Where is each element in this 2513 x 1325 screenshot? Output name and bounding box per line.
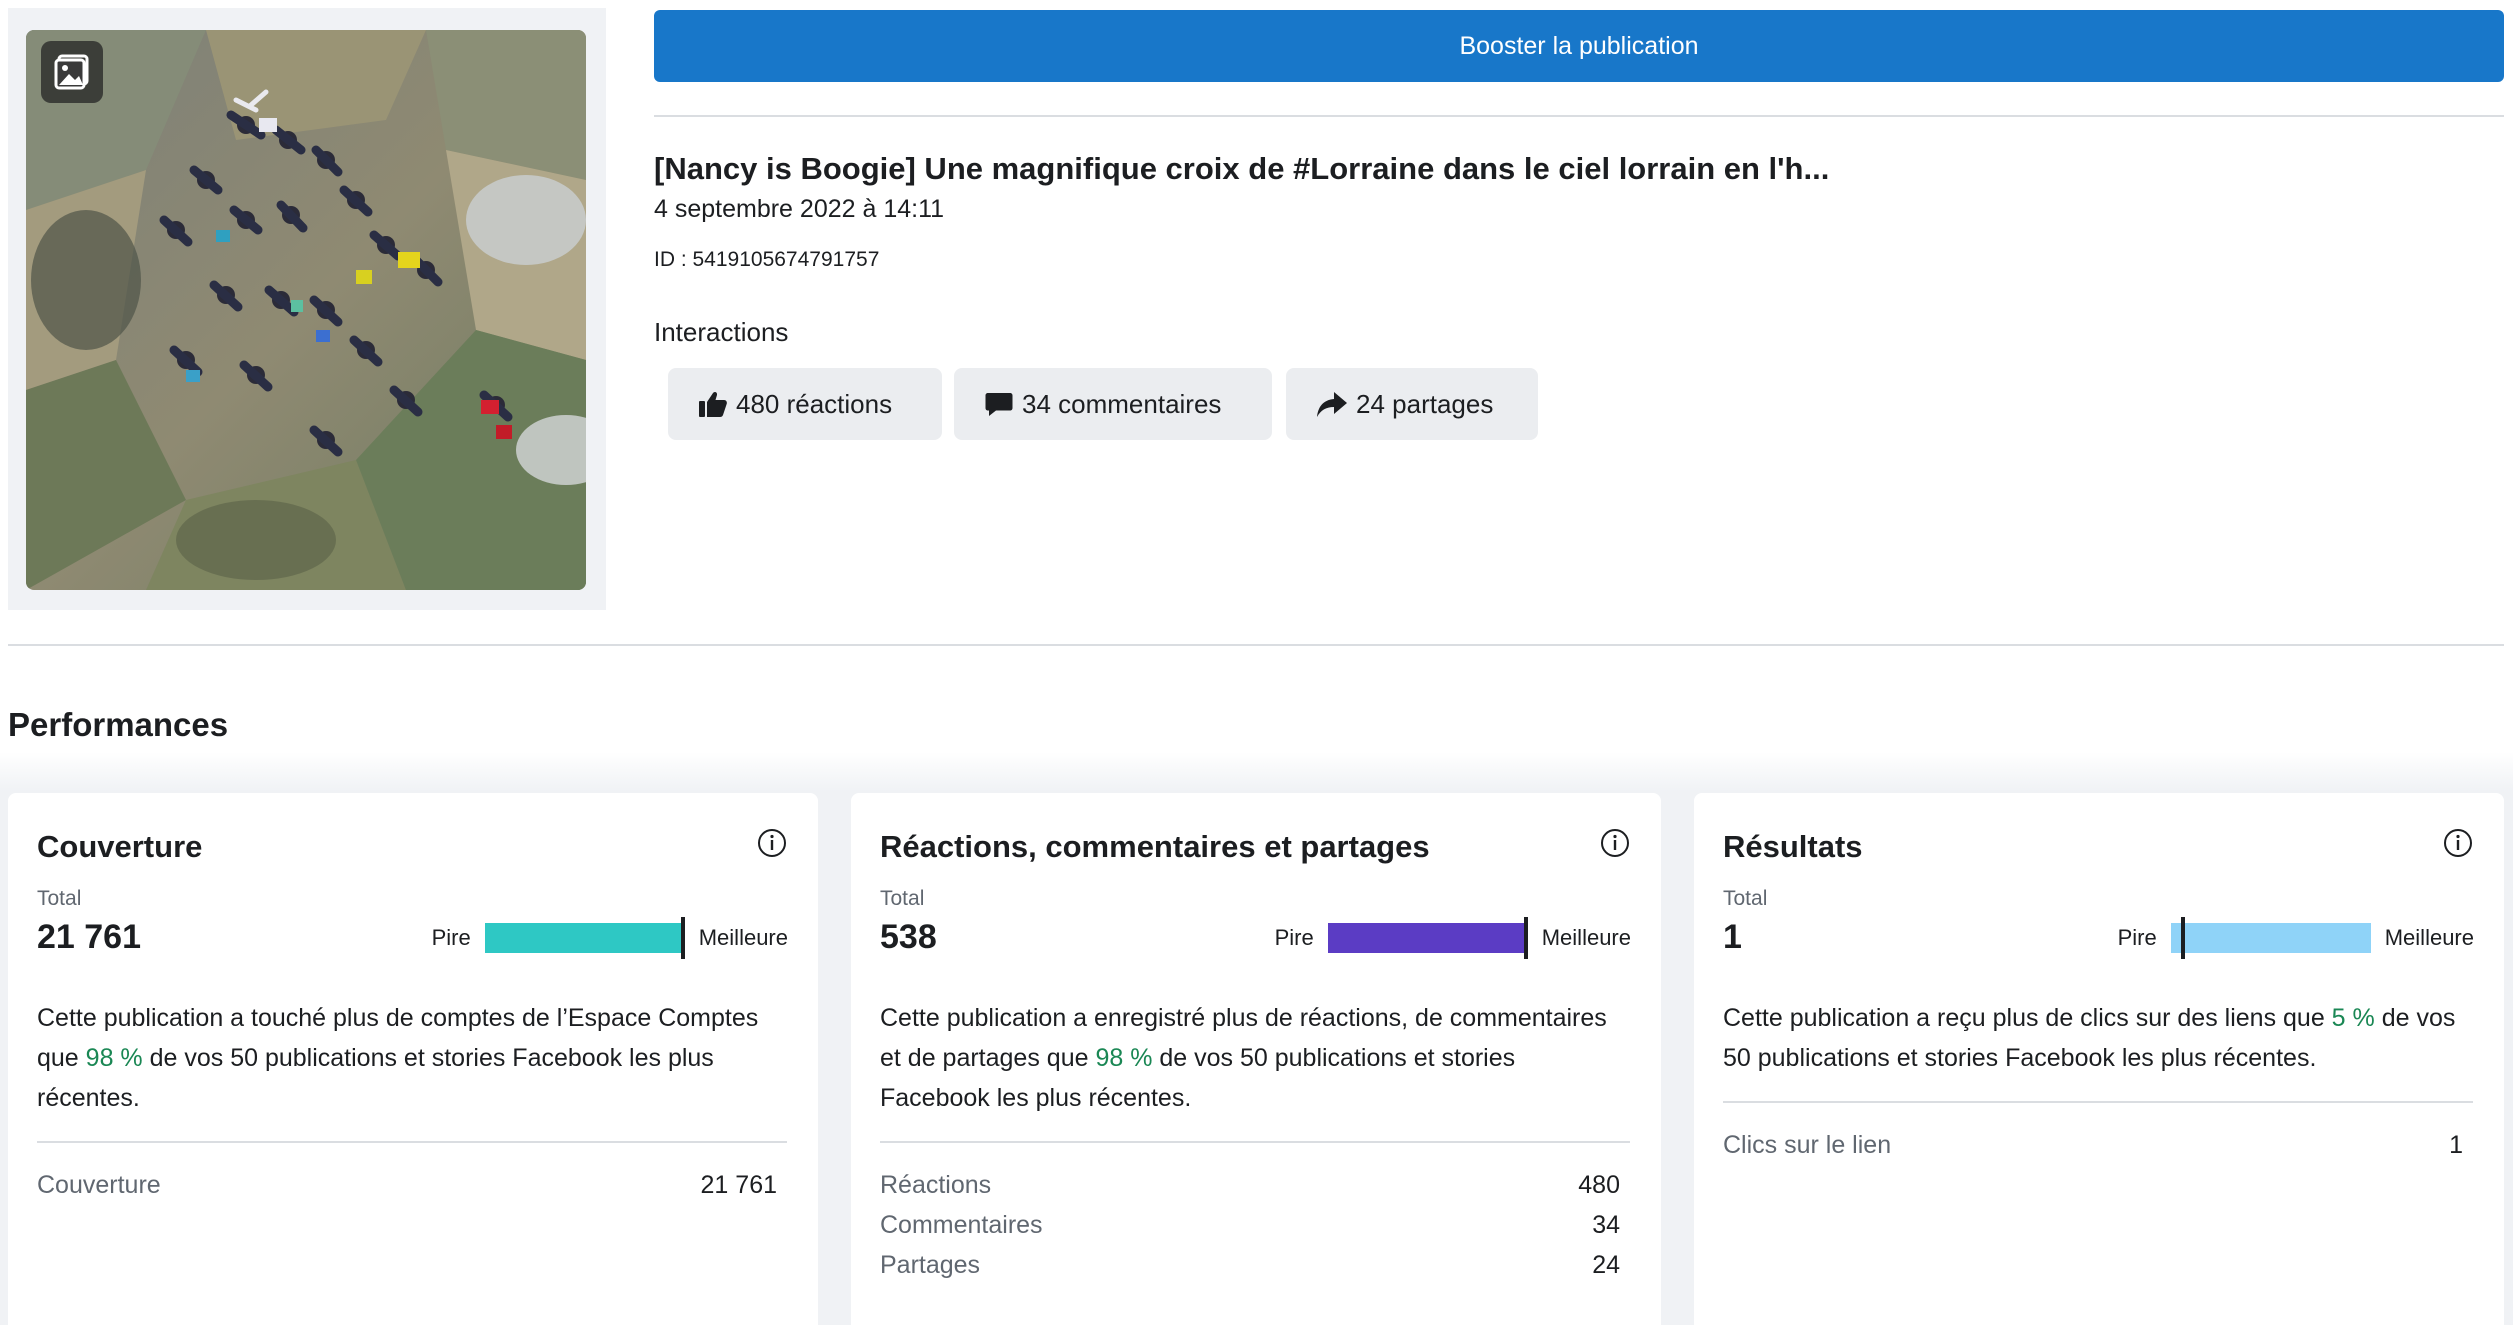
scale-fill — [1327, 923, 1524, 953]
performance-scale: Pire Meilleure — [431, 917, 788, 959]
scale-marker — [680, 917, 685, 959]
performance-scale: Pire Meilleure — [1274, 917, 1631, 959]
scale-high-label: Meilleure — [2384, 925, 2474, 950]
post-title[interactable]: [Nancy is Boogie] Une magnifique croix d… — [654, 151, 1829, 187]
scale-marker — [1523, 917, 1528, 959]
metric-label: Clics sur le lien — [1723, 1130, 1892, 1159]
performances-heading: Performances — [8, 706, 229, 743]
metric-row: Couverture 21 761 — [37, 1165, 777, 1205]
percentile-value: 98 % — [1095, 1044, 1153, 1072]
description-text: Cette publication a reçu plus de clics s… — [1723, 1004, 2332, 1032]
thumbs-up-icon — [698, 390, 728, 418]
metric-value: 34 — [1592, 1210, 1620, 1239]
metric-value: 480 — [1578, 1170, 1620, 1199]
divider — [8, 644, 2504, 646]
card-description: Cette publication a reçu plus de clics s… — [1723, 998, 2473, 1078]
info-icon[interactable] — [756, 827, 788, 859]
total-value: 21 761 — [37, 918, 141, 956]
scale-low-label: Pire — [431, 925, 471, 950]
metric-label: Partages — [880, 1250, 981, 1279]
shares-count: 24 partages — [1356, 388, 1494, 419]
percentile-value: 5 % — [2331, 1004, 2375, 1032]
scale-fill — [2170, 923, 2371, 953]
info-icon[interactable] — [1599, 827, 1631, 859]
shares-chip[interactable]: 24 partages — [1286, 368, 1538, 440]
post-thumbnail-panel — [8, 8, 606, 610]
scale-bar — [1327, 917, 1528, 959]
scale-marker — [2180, 917, 2185, 959]
skydivers-photo — [26, 30, 586, 590]
coverage-card: Couverture Total 21 761 Pire Meilleure C… — [8, 793, 818, 1325]
scale-bar — [484, 917, 685, 959]
scale-high-label: Meilleure — [698, 925, 788, 950]
post-image[interactable] — [26, 30, 586, 590]
share-icon — [1316, 390, 1348, 418]
info-icon[interactable] — [2442, 827, 2474, 859]
results-card: Résultats Total 1 Pire Meilleure Cette p… — [1694, 793, 2504, 1325]
comments-chip[interactable]: 34 commentaires — [954, 368, 1272, 440]
metric-label: Commentaires — [880, 1210, 1043, 1239]
photo-icon — [41, 41, 103, 103]
card-title: Résultats — [1723, 829, 1863, 864]
metric-value: 21 761 — [700, 1170, 777, 1199]
comments-count: 34 commentaires — [1022, 388, 1222, 419]
card-title: Réactions, commentaires et partages — [880, 829, 1430, 864]
metric-value: 24 — [1592, 1250, 1620, 1279]
divider — [654, 115, 2504, 117]
total-label: Total — [1723, 887, 1768, 910]
total-value: 538 — [880, 918, 937, 956]
scale-high-label: Meilleure — [1541, 925, 1631, 950]
divider — [37, 1141, 787, 1143]
scale-fill — [484, 923, 681, 953]
metric-label: Réactions — [880, 1170, 992, 1199]
comment-icon — [984, 390, 1014, 418]
performance-scale: Pire Meilleure — [2117, 917, 2474, 959]
divider — [1723, 1101, 2473, 1103]
metric-row: Réactions 480 — [880, 1165, 1620, 1205]
metric-row: Commentaires 34 — [880, 1205, 1620, 1245]
scale-low-label: Pire — [1274, 925, 1314, 950]
total-label: Total — [880, 887, 925, 910]
metric-row: Clics sur le lien 1 — [1723, 1125, 2463, 1165]
total-label: Total — [37, 887, 82, 910]
post-id: ID : 5419105674791757 — [654, 248, 880, 271]
card-description: Cette publication a touché plus de compt… — [37, 998, 787, 1118]
reactions-chip[interactable]: 480 réactions — [668, 368, 942, 440]
reactions-count: 480 réactions — [736, 388, 893, 419]
percentile-value: 98 % — [85, 1044, 143, 1072]
metric-value: 1 — [2449, 1130, 2463, 1159]
metric-row: Partages 24 — [880, 1245, 1620, 1285]
interactions-heading: Interactions — [654, 317, 789, 347]
scale-low-label: Pire — [2117, 925, 2157, 950]
boost-post-button[interactable]: Booster la publication — [654, 10, 2504, 82]
post-date: 4 septembre 2022 à 14:11 — [654, 195, 945, 223]
card-description: Cette publication a enregistré plus de r… — [880, 998, 1630, 1118]
scale-bar — [2170, 917, 2371, 959]
divider — [880, 1141, 1630, 1143]
metric-label: Couverture — [37, 1170, 161, 1199]
total-value: 1 — [1723, 918, 1742, 956]
card-title: Couverture — [37, 829, 203, 864]
engagement-card: Réactions, commentaires et partages Tota… — [851, 793, 1661, 1325]
